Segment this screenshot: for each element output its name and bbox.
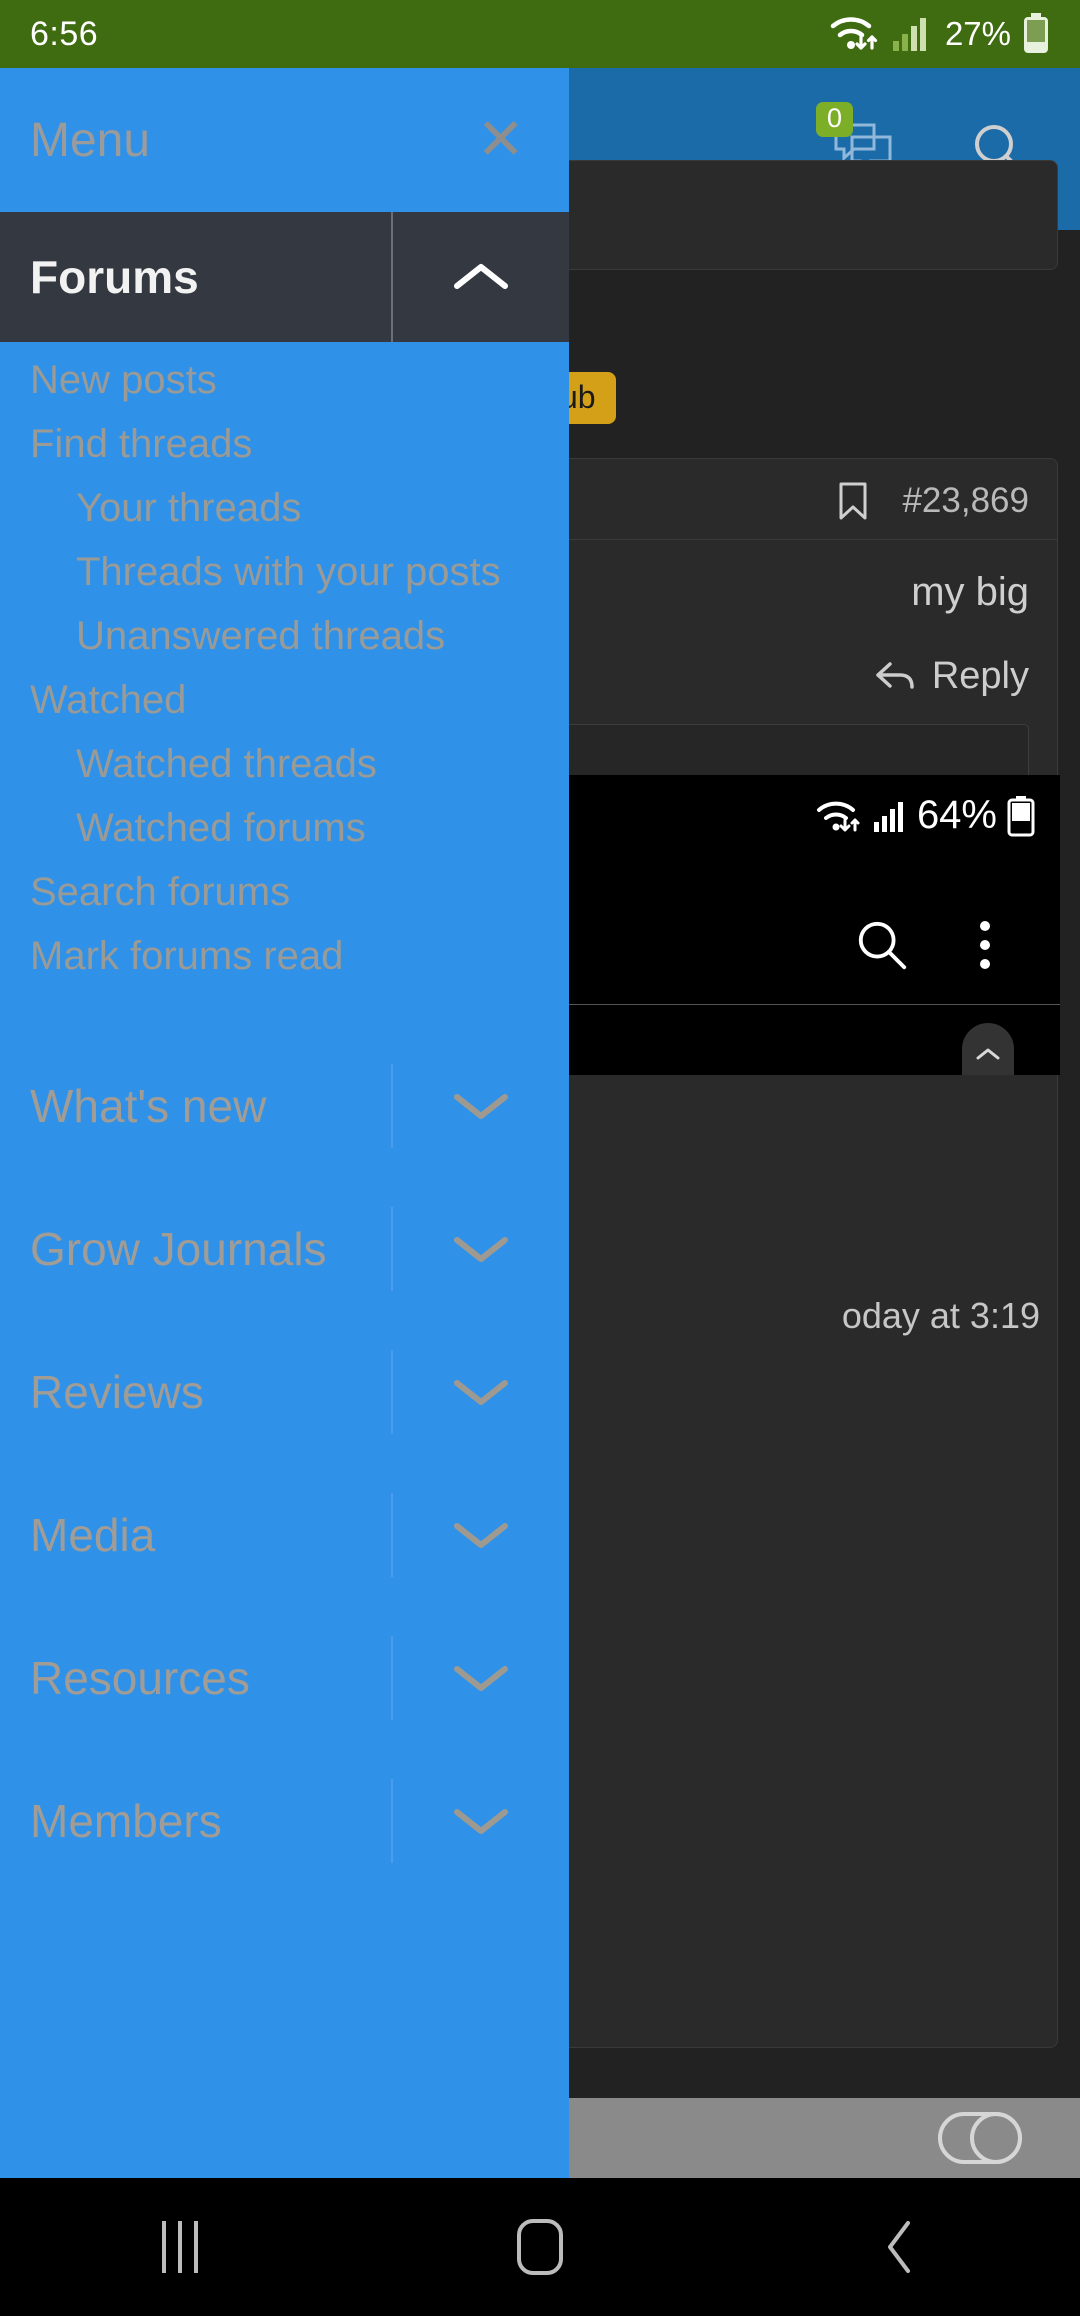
submenu-item-find-threads[interactable]: Find threads bbox=[0, 412, 569, 476]
back-icon bbox=[888, 2221, 910, 2273]
sidebar-section-whats-new[interactable]: What's new bbox=[0, 1034, 569, 1177]
submenu-item-search-forums[interactable]: Search forums bbox=[0, 860, 569, 924]
sidebar-section-members[interactable]: Members bbox=[0, 1749, 569, 1892]
toggle-overlap-icon[interactable] bbox=[938, 2112, 1022, 2164]
chevron-down-icon bbox=[454, 1093, 508, 1119]
chevron-down-icon bbox=[454, 1665, 508, 1691]
battery-icon bbox=[1024, 13, 1048, 53]
chevron-down-icon bbox=[454, 1379, 508, 1405]
recents-icon bbox=[162, 2221, 198, 2273]
sidebar-section-forums[interactable]: Forums bbox=[0, 212, 569, 342]
submenu-item-your-threads[interactable]: Your threads bbox=[0, 476, 569, 540]
cellular-signal-icon bbox=[892, 18, 926, 51]
media-expand-toggle[interactable] bbox=[391, 1492, 569, 1577]
submenu-item-unanswered-threads[interactable]: Unanswered threads bbox=[0, 604, 569, 668]
chevron-up-icon bbox=[454, 264, 508, 289]
phone-screen: 0 ub #23,869 my big Reply 64% oday at 3:… bbox=[0, 0, 1080, 2316]
recents-button[interactable] bbox=[105, 2197, 255, 2297]
chevron-down-icon bbox=[454, 1808, 508, 1834]
reply-label: Reply bbox=[931, 655, 1029, 697]
submenu-item-threads-with-your-posts[interactable]: Threads with your posts bbox=[0, 540, 569, 604]
three-dot-menu-icon[interactable] bbox=[980, 920, 990, 969]
home-button[interactable] bbox=[465, 2197, 615, 2297]
submenu-item-mark-forums-read[interactable]: Mark forums read bbox=[0, 924, 569, 988]
navigation-drawer: Menu ✕ Forums New posts Find threads You… bbox=[0, 68, 569, 2178]
drawer-title: Menu bbox=[30, 113, 151, 167]
status-icons: 27% bbox=[829, 13, 1050, 55]
reviews-expand-toggle[interactable] bbox=[391, 1349, 569, 1434]
resources-expand-toggle[interactable] bbox=[391, 1635, 569, 1720]
post-number: #23,869 bbox=[902, 481, 1029, 520]
chevron-down-icon bbox=[454, 1236, 508, 1262]
status-time: 6:56 bbox=[30, 14, 99, 53]
drawer-header: Menu ✕ bbox=[0, 68, 569, 212]
chat-badge-count: 0 bbox=[816, 102, 854, 137]
battery-icon bbox=[1007, 795, 1035, 836]
sidebar-section-resources[interactable]: Resources bbox=[0, 1606, 569, 1749]
home-icon bbox=[517, 2219, 563, 2275]
close-icon[interactable]: ✕ bbox=[476, 111, 525, 169]
bookmark-icon[interactable] bbox=[838, 481, 868, 521]
sidebar-section-reviews-label: Reviews bbox=[30, 1365, 204, 1418]
submenu-item-new-posts[interactable]: New posts bbox=[0, 348, 569, 412]
back-button[interactable] bbox=[825, 2197, 975, 2297]
sidebar-section-media[interactable]: Media bbox=[0, 1463, 569, 1606]
system-status-bar: 6:56 27% bbox=[0, 0, 1080, 68]
sidebar-section-media-label: Media bbox=[30, 1508, 156, 1561]
submenu-item-watched-forums[interactable]: Watched forums bbox=[0, 796, 569, 860]
sidebar-section-grow-journals[interactable]: Grow Journals bbox=[0, 1177, 569, 1320]
submenu-item-watched-threads[interactable]: Watched threads bbox=[0, 732, 569, 796]
whats-new-expand-toggle[interactable] bbox=[391, 1063, 569, 1148]
forums-collapse-toggle[interactable] bbox=[391, 212, 569, 342]
members-expand-toggle[interactable] bbox=[391, 1778, 569, 1863]
sidebar-section-grow-journals-label: Grow Journals bbox=[30, 1222, 327, 1275]
sidebar-section-members-label: Members bbox=[30, 1794, 222, 1847]
search-icon[interactable] bbox=[854, 917, 910, 973]
embedded-battery-text: 64% bbox=[916, 793, 997, 837]
embedded-status-bar: 64% bbox=[815, 793, 1036, 838]
status-battery-text: 27% bbox=[944, 15, 1011, 52]
grow-journals-expand-toggle[interactable] bbox=[391, 1206, 569, 1291]
sidebar-section-reviews[interactable]: Reviews bbox=[0, 1320, 569, 1463]
submenu-item-watched[interactable]: Watched bbox=[0, 668, 569, 732]
system-nav-bar bbox=[0, 2178, 1080, 2316]
embedded-scroll-control[interactable] bbox=[962, 1023, 1014, 1075]
chevron-down-icon bbox=[454, 1522, 508, 1548]
sidebar-section-whats-new-label: What's new bbox=[30, 1079, 267, 1132]
forums-submenu: New posts Find threads Your threads Thre… bbox=[0, 342, 569, 988]
cellular-signal-icon bbox=[873, 801, 903, 832]
sidebar-section-forums-label: Forums bbox=[30, 251, 199, 303]
wifi-icon bbox=[816, 801, 860, 831]
post-timestamp: oday at 3:19 bbox=[841, 1295, 1040, 1336]
sidebar-section-resources-label: Resources bbox=[30, 1651, 250, 1704]
chevron-up-icon bbox=[976, 1048, 1000, 1059]
reply-arrow-icon bbox=[876, 661, 914, 689]
wifi-icon bbox=[830, 17, 878, 50]
